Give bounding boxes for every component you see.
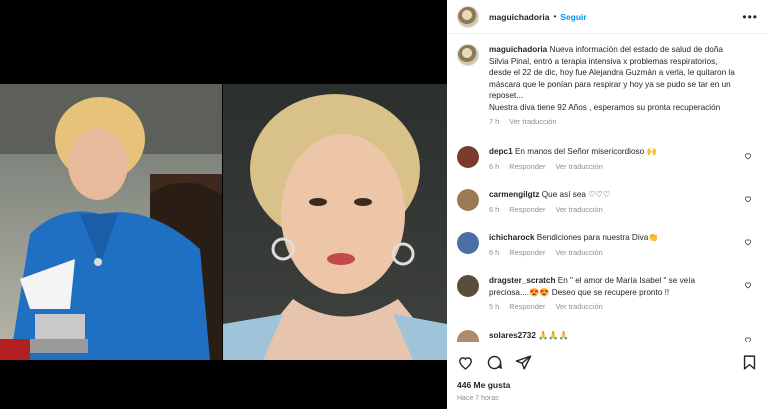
like-comment-heart-icon[interactable] [744,152,752,160]
reply-link[interactable]: Responder [509,248,545,257]
comments-list[interactable]: maguichadoria Nueva información del esta… [447,44,768,342]
caption-avatar[interactable] [457,44,479,66]
comment-time: 6 h [489,204,500,214]
comment-username[interactable]: carmengilgtz [489,190,540,199]
like-comment-heart-icon[interactable] [744,195,752,203]
commenter-avatar[interactable] [457,146,479,168]
like-heart-icon[interactable] [457,354,474,371]
photo-elderly-woman [0,84,222,360]
caption-time: 7 h [489,117,500,126]
comment-username[interactable]: solares2732 [489,331,536,340]
comment-meta: 6 h Responder Ver traducción [489,162,735,171]
comment-body: Bendiciones para nuestra Diva👏 [536,233,659,242]
comment-body: En manos del Señor misericordioso 🙌 [514,147,657,156]
caption-meta: 7 h Ver traducción [489,117,735,126]
post-media[interactable] [0,0,447,409]
comment-time: 6 h [489,247,500,257]
translate-link[interactable]: Ver traducción [555,302,602,311]
comment-username[interactable]: ichicharock [489,233,535,242]
caption-translate-link[interactable]: Ver traducción [509,117,556,126]
comment-body: Que así sea ♡♡♡ [541,190,611,199]
author-username[interactable]: maguichadoria [489,12,549,22]
comment-username[interactable]: dragster_scratch [489,276,555,285]
photo-young-woman [223,84,447,360]
comment-item: ichicharock Bendiciones para nuestra Div… [457,232,758,257]
likes-count[interactable]: 446 Me gusta [457,380,510,390]
commenter-avatar[interactable] [457,275,479,297]
comment-username[interactable]: depc1 [489,147,513,156]
photo-left-illustration [0,84,222,360]
comment-item: dragster_scratch En " el amor de María I… [457,275,758,311]
comment-text: depc1 En manos del Señor misericordioso … [489,146,735,158]
commenter-avatar[interactable] [457,189,479,211]
comment-text: dragster_scratch En " el amor de María I… [489,275,735,298]
author-avatar[interactable] [457,5,479,28]
save-bookmark-icon[interactable] [741,354,758,371]
comment-text: ichicharock Bendiciones para nuestra Div… [489,232,735,244]
like-comment-heart-icon[interactable] [744,281,752,289]
caption: maguichadoria Nueva información del esta… [457,44,758,126]
comment-bubble-icon[interactable] [486,354,503,371]
reply-link[interactable]: Responder [509,205,545,214]
commenter-avatar[interactable] [457,232,479,254]
share-paper-plane-icon[interactable] [515,354,532,371]
comment-text: solares2732 🙏🙏🙏 [489,330,735,342]
reply-link[interactable]: Responder [509,302,545,311]
like-comment-heart-icon[interactable] [744,238,752,246]
post-side-panel: maguichadoria • Seguir ••• maguichadoria… [447,0,768,409]
reply-link[interactable]: Responder [509,162,545,171]
comment-meta: 6 h Responder Ver traducción [489,248,735,257]
comment-time: 6 h [489,161,500,171]
post-timestamp: Hace 7 horas [457,395,499,402]
post-header: maguichadoria • Seguir ••• [447,0,768,34]
commenter-avatar[interactable] [457,330,479,342]
comment-item: solares2732 🙏🙏🙏 [457,330,758,342]
comment-meta: 5 h Responder Ver traducción [489,302,735,311]
translate-link[interactable]: Ver traducción [555,248,602,257]
caption-text-2: Nuestra diva tiene 92 Años , esperamos s… [489,102,721,112]
like-comment-heart-icon[interactable] [744,336,752,342]
comment-item: depc1 En manos del Señor misericordioso … [457,146,758,171]
header-separator: • [553,12,557,21]
more-options-icon[interactable]: ••• [742,10,758,24]
caption-username[interactable]: maguichadoria [489,45,547,54]
translate-link[interactable]: Ver traducción [555,162,602,171]
photo-right-illustration [223,94,447,360]
translate-link[interactable]: Ver traducción [555,205,602,214]
caption-text: maguichadoria Nueva información del esta… [489,44,735,102]
comment-text: carmengilgtz Que así sea ♡♡♡ [489,189,735,201]
post-actions [457,352,758,372]
comment-meta: 6 h Responder Ver traducción [489,205,735,214]
comment-time: 5 h [489,302,500,311]
comment-body: 🙏🙏🙏 [538,331,569,340]
follow-button[interactable]: Seguir [560,12,586,22]
comment-item: carmengilgtz Que así sea ♡♡♡ 6 h Respond… [457,189,758,214]
